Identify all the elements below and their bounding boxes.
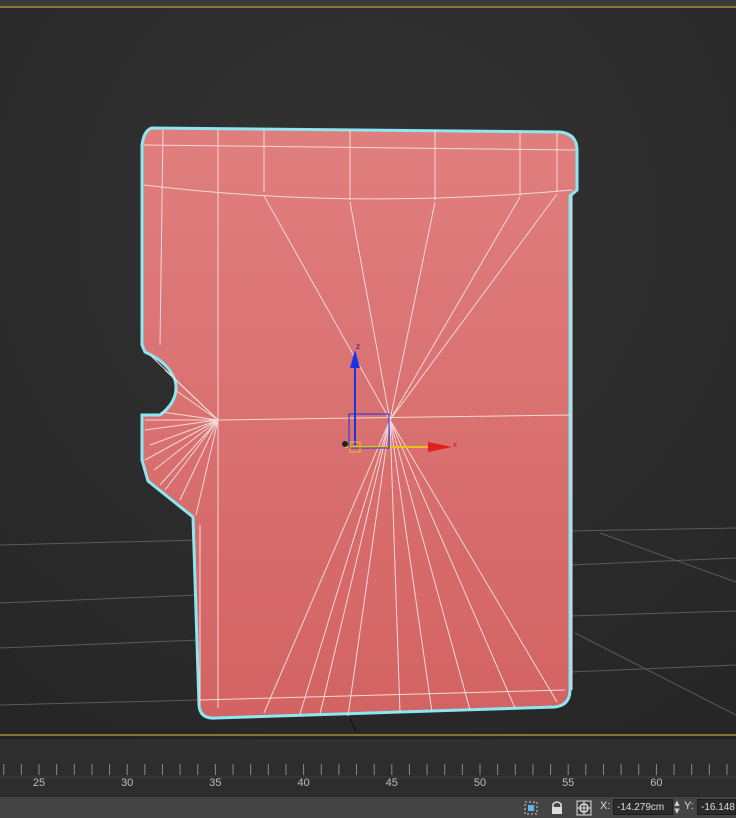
x-spinner[interactable]: ▲ ▼ <box>673 799 681 815</box>
gizmo-x-label: x <box>453 440 457 449</box>
gizmo-pivot <box>342 441 348 447</box>
timeline-tick-label: 35 <box>209 777 221 789</box>
mesh-object[interactable] <box>140 126 579 720</box>
timeline-tick-label: 60 <box>650 777 662 789</box>
timeline-tick-label: 30 <box>121 777 133 789</box>
status-bar: X: -14.279cm ▲ ▼ Y: -16.148 <box>0 796 736 818</box>
timeline-ruler[interactable]: 25 30 35 40 45 50 55 60 <box>0 738 736 797</box>
mesh-body[interactable] <box>140 126 579 720</box>
timeline-tick-label: 50 <box>474 777 486 789</box>
selection-filter-icon[interactable] <box>522 799 540 817</box>
lock-icon[interactable] <box>548 799 566 817</box>
y-coordinate-field[interactable]: -16.148 <box>697 799 736 815</box>
x-coordinate-field[interactable]: -14.279cm <box>613 799 673 815</box>
perspective-viewport[interactable]: z x <box>0 0 736 738</box>
timeline-tick-label: 25 <box>33 777 45 789</box>
y-coordinate-label: Y: <box>684 800 694 812</box>
timeline-tick-label: 45 <box>386 777 398 789</box>
gizmo-z-label: z <box>356 342 360 351</box>
timeline-tick-label: 40 <box>297 777 309 789</box>
timeline-tick-label: 55 <box>562 777 574 789</box>
timeline-ticks: 25 30 35 40 45 50 55 60 <box>0 757 736 797</box>
x-coordinate-label: X: <box>600 800 611 812</box>
viewport-scene: z x <box>0 0 736 738</box>
3dsmax-window: z x 25 30 35 40 45 50 55 60 X: -14.279cm… <box>0 0 736 818</box>
absolute-transform-icon[interactable] <box>575 799 593 817</box>
